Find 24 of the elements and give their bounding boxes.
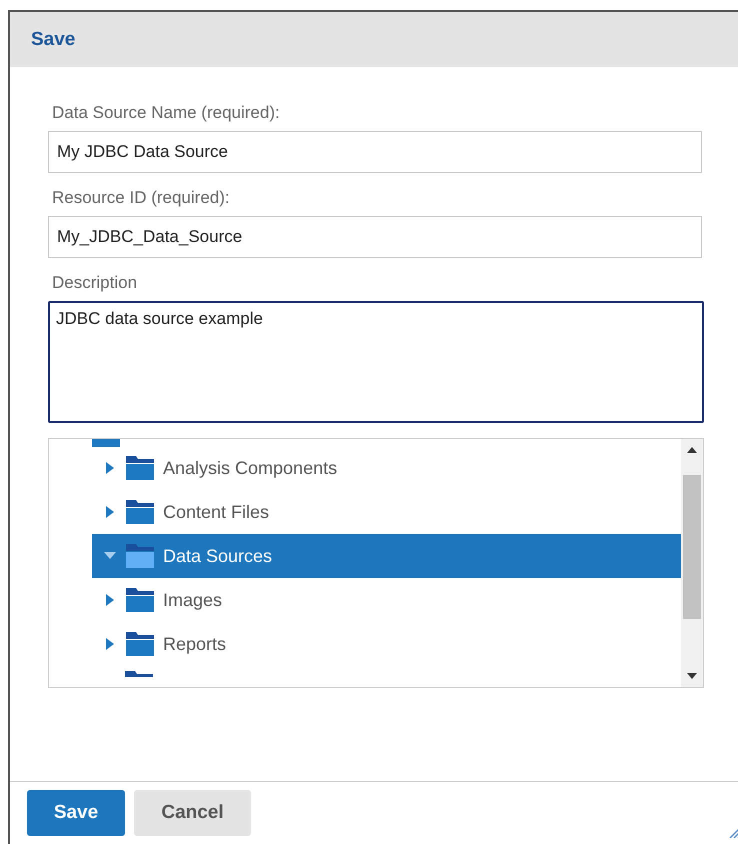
input-field[interactable]: My_JDBC_Data_Source bbox=[48, 216, 702, 258]
input-field[interactable]: My JDBC Data Source bbox=[48, 131, 702, 173]
cancel-button[interactable]: Cancel bbox=[134, 790, 251, 836]
tree-item[interactable]: Images bbox=[92, 578, 681, 622]
tree-item[interactable]: Content Files bbox=[92, 490, 681, 534]
caret-right-icon[interactable] bbox=[106, 594, 114, 606]
caret-right-icon[interactable] bbox=[106, 462, 114, 474]
caret-right-icon[interactable] bbox=[106, 638, 114, 650]
tree-item[interactable]: Analysis Components bbox=[92, 446, 681, 490]
scroll-down-icon[interactable] bbox=[687, 673, 697, 679]
tree-item[interactable]: Reports bbox=[92, 622, 681, 666]
caret-right-icon[interactable] bbox=[106, 506, 114, 518]
field-label: Description bbox=[52, 273, 138, 293]
field-label: Data Source Name (required): bbox=[52, 103, 281, 123]
scroll-up-icon[interactable] bbox=[687, 447, 697, 453]
description-field[interactable]: JDBC data source example bbox=[48, 301, 704, 423]
dialog-title: Save bbox=[31, 28, 76, 50]
resize-grip-icon[interactable] bbox=[728, 826, 738, 838]
save-button[interactable]: Save bbox=[27, 790, 125, 836]
caret-down-icon[interactable] bbox=[104, 552, 116, 560]
scrollbar-thumb[interactable] bbox=[683, 475, 701, 619]
tree-item[interactable]: Data Sources bbox=[92, 534, 681, 578]
scrollbar[interactable] bbox=[681, 439, 703, 687]
field-label: Resource ID (required): bbox=[52, 188, 231, 208]
